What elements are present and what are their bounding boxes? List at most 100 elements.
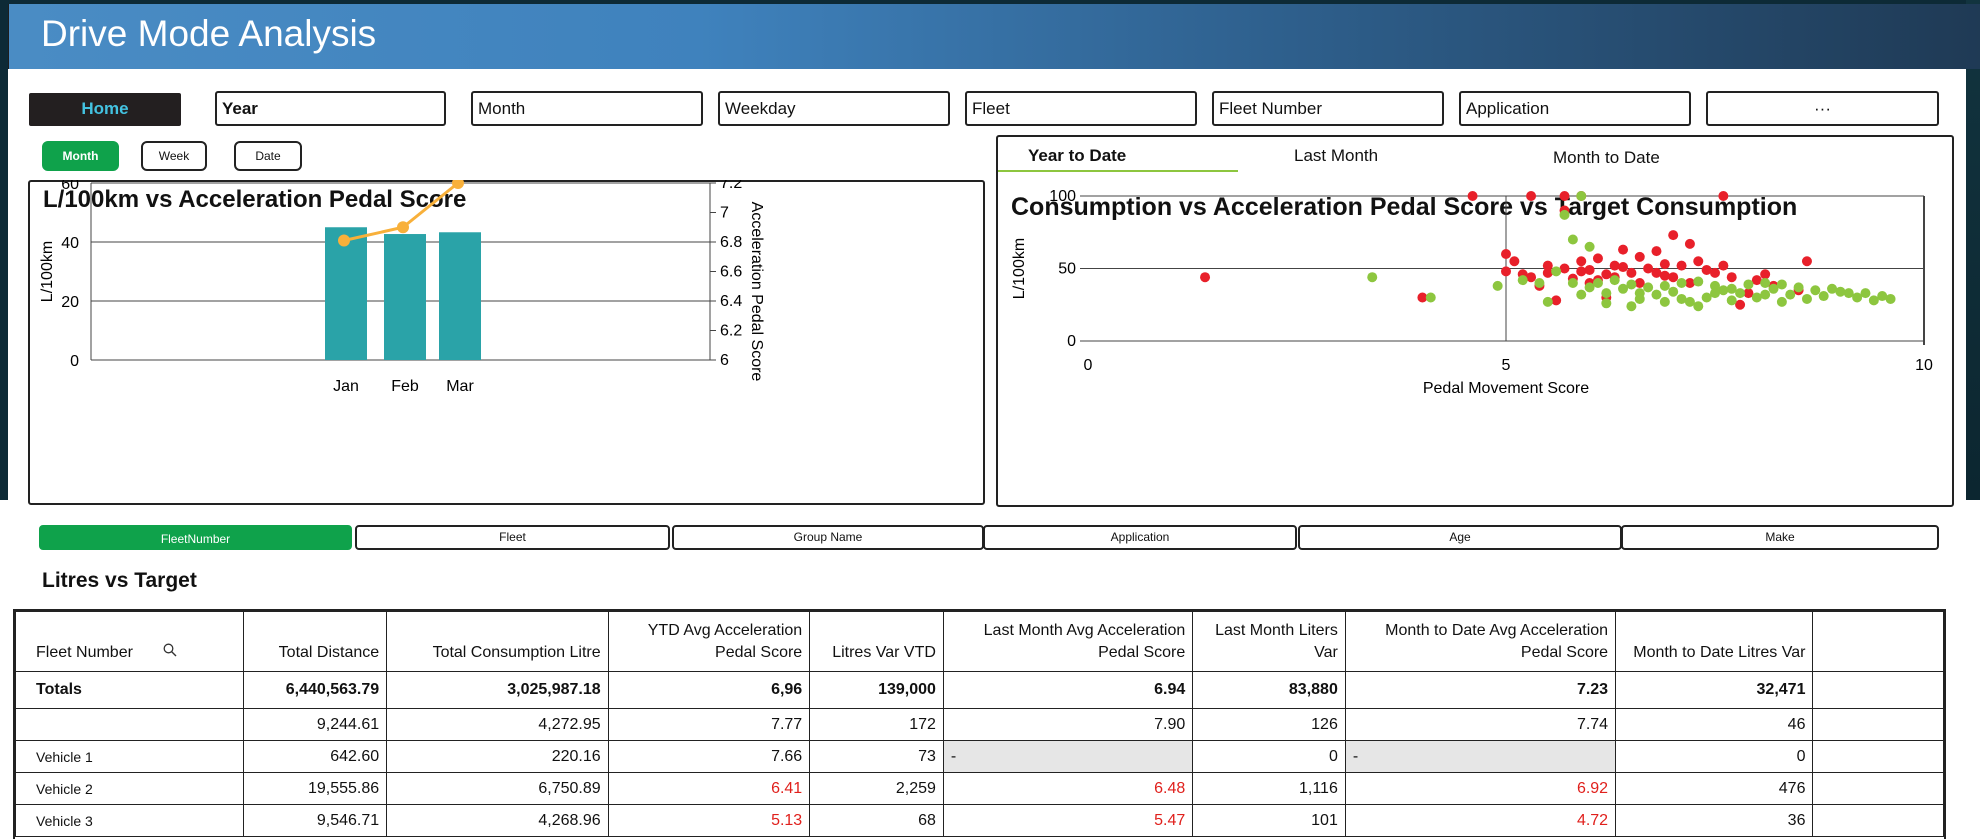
y-axis-label: L/100km [1011,238,1028,299]
scatter-point-red [1551,295,1562,306]
bar [384,234,426,360]
col-header-last-month-score[interactable]: Last Month Avg Acceleration Pedal Score [942,611,1194,672]
col-header-ytd-avg-score[interactable]: YTD Avg Acceleration Pedal Score [607,611,811,672]
filter-month[interactable]: Month [471,91,703,126]
cell-last-month-score: 6.48 [942,772,1194,805]
scatter-point-green [1592,278,1603,288]
cell-fleet-number: Vehicle 2 [15,772,245,805]
scatter-point-green [1693,276,1704,287]
col-header-total-distance[interactable]: Total Distance [243,611,388,672]
toggle-date[interactable]: Date [234,141,302,171]
scatter-point-green [1576,191,1587,201]
scatter-point-green [1601,298,1612,309]
cell-last-month-score: 6.94 [942,671,1194,709]
scatter-point-green [1676,293,1687,304]
cell-mtd-score: 4.72 [1344,804,1617,837]
cell-mtd-var: 32,471 [1615,671,1814,709]
line-point [397,221,409,234]
scatter-point-green [1726,283,1737,294]
search-icon[interactable] [163,642,177,664]
table-row[interactable]: Vehicle 2 19,555.86 6,750.89 6.41 2,259 … [15,772,1944,805]
cell-fleet-number: Vehicle 3 [15,804,245,837]
scatter-point-green [1559,209,1570,220]
scatter-point-red [1634,251,1645,262]
scatter-point-green [1651,289,1662,300]
home-button[interactable]: Home [29,93,181,126]
combo-chart: 0 20 40 60 6 6.2 6.4 6.6 6.8 7 7.2 L/100km Accelerat… [39,180,765,395]
cell-total-distance: 9,546.71 [243,804,388,837]
scatter-point-red [1609,260,1620,271]
toggle-week[interactable]: Week [141,141,207,171]
cell-empty [1812,804,1944,837]
dim-fleet-number[interactable]: FleetNumber [39,525,352,550]
dim-group-name[interactable]: Group Name [672,525,984,550]
cell-mtd-var: 0 [1615,740,1814,773]
cell-empty [1812,740,1944,773]
cell-last-month-var: 0 [1192,740,1346,773]
scatter-point-green [1801,293,1812,304]
col-header-litres-var-vtd[interactable]: Litres Var VTD [809,611,944,672]
scatter-point-green [1676,278,1687,288]
col-header-mtd-score[interactable]: Month to Date Avg Acceleration Pedal Sco… [1344,611,1617,672]
cell-last-month-var: 126 [1192,708,1346,741]
scatter-point-green [1567,278,1578,288]
header-bar: Drive Mode Analysis [8,4,1980,69]
scatter-point-green [1492,280,1503,291]
x-tick-label: Mar [446,378,474,395]
scatter-point-green [1827,283,1838,294]
scatter-point-green [1601,288,1612,299]
y-tick-label: 40 [61,235,79,252]
filter-more[interactable]: ··· [1706,91,1939,126]
cell-total-consumption: 3,025,987.18 [386,671,609,709]
left-border [0,0,8,500]
cell-fleet-number [15,708,245,741]
filter-weekday[interactable]: Weekday [718,91,950,126]
scatter-point-red [1584,264,1595,275]
page-title: Drive Mode Analysis [41,13,377,54]
dim-age[interactable]: Age [1298,525,1622,550]
scatter-point-green [1576,289,1587,300]
cell-empty [1812,671,1944,709]
table-row[interactable]: Vehicle 3 9,546.71 4,268.96 5.13 68 5.47… [15,804,1944,837]
scatter-point-green [1776,296,1787,307]
filter-fleet-number[interactable]: Fleet Number [1212,91,1444,126]
cell-fleet-number: Vehicle 1 [15,740,245,773]
cell-litres-var: 139,000 [809,671,944,709]
scatter-point-red [1542,267,1553,278]
scatter-point-red [1693,256,1704,267]
toggle-month[interactable]: Month [42,141,119,171]
col-header-total-consumption[interactable]: Total Consumption Litre [386,611,609,672]
dim-make[interactable]: Make [1621,525,1939,550]
col-header-fleet-number[interactable]: Fleet Number [15,611,245,672]
cell-total-consumption: 220.16 [386,740,609,773]
scatter-point-red [1651,246,1662,257]
table-row[interactable]: 9,244.61 4,272.95 7.77 172 7.90 126 7.74… [15,708,1944,741]
scatter-point-red [1601,269,1612,280]
filter-fleet[interactable]: Fleet [965,91,1197,126]
scatter-point-green [1843,288,1854,299]
y2-tick-label: 6.2 [720,323,742,340]
col-header-mtd-litres-var[interactable]: Month to Date Litres Var [1615,611,1814,672]
y-tick-label: 20 [61,294,79,311]
scatter-point-red [1726,272,1737,283]
col-header-last-month-liters-var[interactable]: Last Month Liters Var [1192,611,1346,672]
dim-fleet[interactable]: Fleet [355,525,670,550]
filter-year[interactable]: Year [215,91,446,126]
table-row[interactable]: Vehicle 1 642.60 220.16 7.66 73 - 0 - 0 [15,740,1944,773]
cell-ytd-score: 6.41 [607,772,811,805]
scatter-point-red [1668,230,1679,241]
cell-last-month-var: 101 [1192,804,1346,837]
cell-mtd-score: 6.92 [1344,772,1617,805]
cell-litres-var: 2,259 [809,772,944,805]
table-totals-row: Totals 6,440,563.79 3,025,987.18 6,96 13… [15,671,1944,709]
cell-empty [1812,772,1944,805]
col-header-empty [1812,611,1944,672]
filter-application[interactable]: Application [1459,91,1691,126]
dim-application[interactable]: Application [983,525,1297,550]
scatter-point-red [1684,238,1695,249]
cell-mtd-score: - [1344,740,1617,773]
bar [439,232,481,360]
scatter-point-red [1576,256,1587,267]
scatter-point-green [1551,266,1562,277]
data-table: Fleet Number Total Distance Total Consum… [13,609,1946,839]
